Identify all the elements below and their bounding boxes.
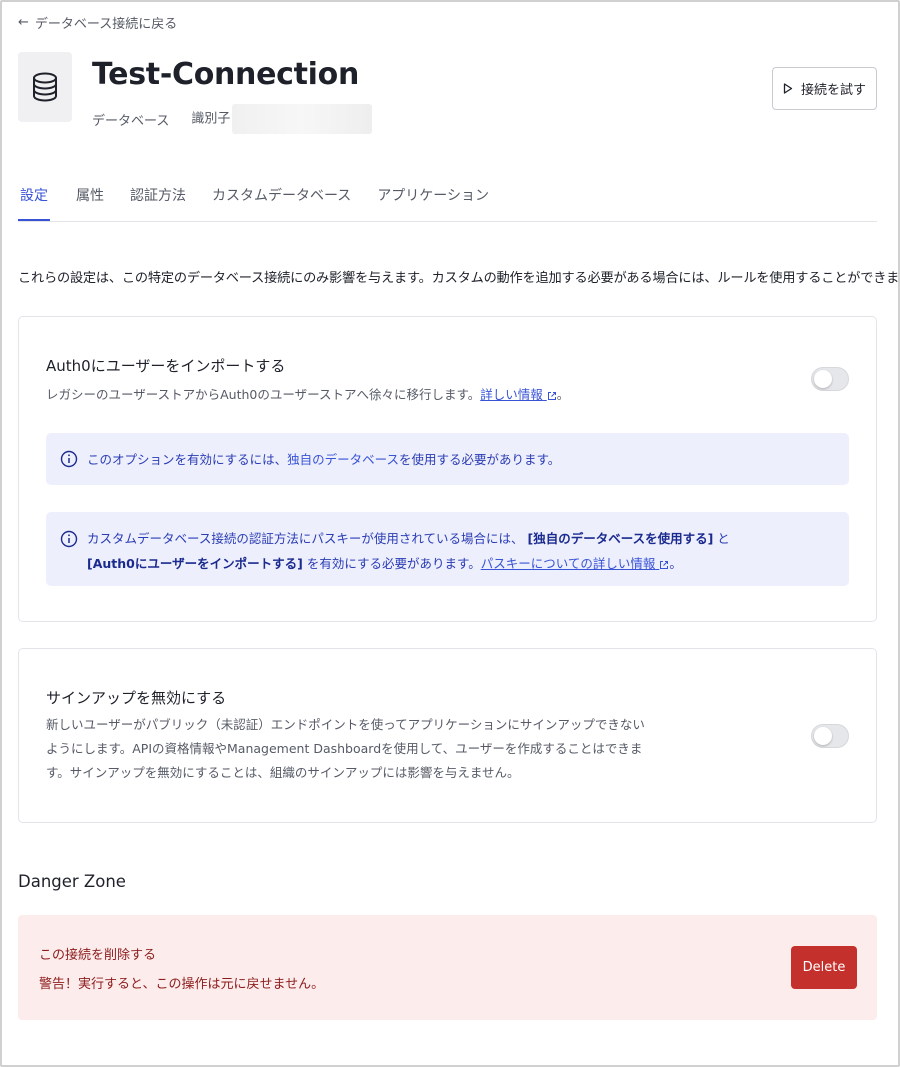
tab-settings[interactable]: 設定 — [18, 172, 50, 221]
notice1-suffix: を使用する必要があります。 — [399, 452, 561, 467]
learn-more-label: 詳しい情報 — [480, 387, 543, 402]
import-users-title: Auth0にユーザーをインポートする — [46, 357, 286, 375]
identifier-row: 識別子 — [191, 104, 373, 134]
disable-signup-toggle[interactable] — [811, 724, 849, 748]
learn-more-link[interactable]: 詳しい情報 — [480, 387, 557, 402]
notice-own-database: このオプションを有効にするには、独自のデータベースを使用する必要があります。 — [46, 433, 849, 485]
own-database-link[interactable]: 独自のデータベース — [287, 452, 399, 467]
external-link-icon — [547, 391, 556, 400]
passkey-learn-more-link[interactable]: パスキーについての詳しい情報 — [481, 556, 670, 571]
back-link-label: データベース接続に戻る — [34, 17, 178, 32]
info-icon — [60, 450, 78, 468]
settings-description: これらの設定は、この特定のデータベース接続にのみ影響を与えます。カスタムの動作を… — [18, 271, 900, 286]
disable-signup-description: 新しいユーザーがパブリック（未認証）エンドポイントを使ってアプリケーションにサイ… — [46, 713, 646, 785]
try-connection-button[interactable]: 接続を試す — [772, 67, 877, 110]
notice2-line2: [Auth0にユーザーをインポートする] を有効にする必要があります。パスキーに… — [87, 551, 730, 576]
notice-passkey-text: カスタムデータベース接続の認証方法にパスキーが使用されている場合には、 [独自の… — [87, 526, 730, 576]
notice2-line1-prefix: カスタムデータベース接続の認証方法にパスキーが使用されている場合には、 — [87, 531, 524, 546]
notice2-line1-suffix: と — [717, 531, 730, 546]
type-label: データベース — [92, 113, 170, 129]
import-users-description: レガシーのユーザーストアからAuth0のユーザーストアへ徐々に移行します。詳しい… — [46, 383, 569, 407]
tab-attributes[interactable]: 属性 — [76, 172, 104, 221]
notice-own-database-text: このオプションを有効にするには、独自のデータベースを使用する必要があります。 — [87, 447, 560, 472]
signup-desc-line: 新しいユーザーがパブリック（未認証）エンドポイントを使ってアプリケーションにサイ… — [46, 717, 645, 732]
connection-meta: データベース 識別子 — [92, 104, 373, 134]
arrow-left-icon: ← — [18, 15, 29, 30]
play-icon — [783, 83, 793, 94]
notice2-line1: カスタムデータベース接続の認証方法にパスキーが使用されている場合には、 [独自の… — [87, 526, 730, 551]
import-users-card: Auth0にユーザーをインポートする レガシーのユーザーストアからAuth0のユ… — [18, 316, 877, 622]
page-title: Test-Connection — [92, 57, 360, 92]
notice1-prefix: このオプションを有効にするには、 — [87, 452, 288, 467]
info-icon — [60, 530, 78, 548]
import-desc-suffix: 。 — [556, 387, 570, 402]
import-users-toggle[interactable] — [811, 367, 849, 391]
tab-applications[interactable]: アプリケーション — [377, 172, 489, 221]
try-connection-label: 接続を試す — [800, 83, 866, 98]
external-link-icon — [660, 560, 669, 569]
danger-zone-heading: Danger Zone — [18, 872, 126, 891]
tab-authentication-methods[interactable]: 認証方法 — [130, 172, 186, 221]
tab-custom-database[interactable]: カスタムデータベース — [212, 172, 351, 221]
delete-connection-title: この接続を削除する — [39, 948, 157, 963]
back-link[interactable]: ← データベース接続に戻る — [18, 13, 177, 32]
signup-desc-line: ようにします。APIの資格情報やManagement Dashboardを使用し… — [46, 741, 643, 756]
database-icon — [33, 72, 57, 102]
delete-connection-panel: この接続を削除する 警告！実行すると、この操作は元に戻せません。 Delete — [18, 915, 877, 1020]
notice2-line2-suffix: 。 — [669, 556, 682, 571]
toggle-knob — [814, 370, 832, 388]
toggle-knob — [814, 727, 832, 745]
disable-signup-title: サインアップを無効にする — [46, 689, 227, 707]
delete-warning-text: 警告！実行すると、この操作は元に戻せません。 — [39, 977, 325, 992]
signup-desc-line: す。サインアップを無効にすることは、組織のサインアップには影響を与えません。 — [46, 765, 520, 780]
import-users-emphasis: [Auth0にユーザーをインポートする] — [87, 556, 303, 571]
identifier-label: 識別子 — [191, 111, 231, 127]
passkey-link-label: パスキーについての詳しい情報 — [480, 556, 656, 571]
notice-passkey: カスタムデータベース接続の認証方法にパスキーが使用されている場合には、 [独自の… — [46, 512, 849, 586]
tab-bar: 設定 属性 認証方法 カスタムデータベース アプリケーション — [18, 172, 877, 222]
database-icon-box — [18, 52, 72, 122]
use-own-database-emphasis: [独自のデータベースを使用する] — [527, 531, 714, 546]
disable-signup-card: サインアップを無効にする 新しいユーザーがパブリック（未認証）エンドポイントを使… — [18, 648, 877, 823]
import-desc-text: レガシーのユーザーストアからAuth0のユーザーストアへ徐々に移行します。 — [46, 387, 481, 402]
notice2-line2-mid: を有効にする必要があります。 — [306, 556, 481, 571]
delete-button[interactable]: Delete — [791, 946, 857, 989]
identifier-value-redacted — [232, 104, 373, 134]
